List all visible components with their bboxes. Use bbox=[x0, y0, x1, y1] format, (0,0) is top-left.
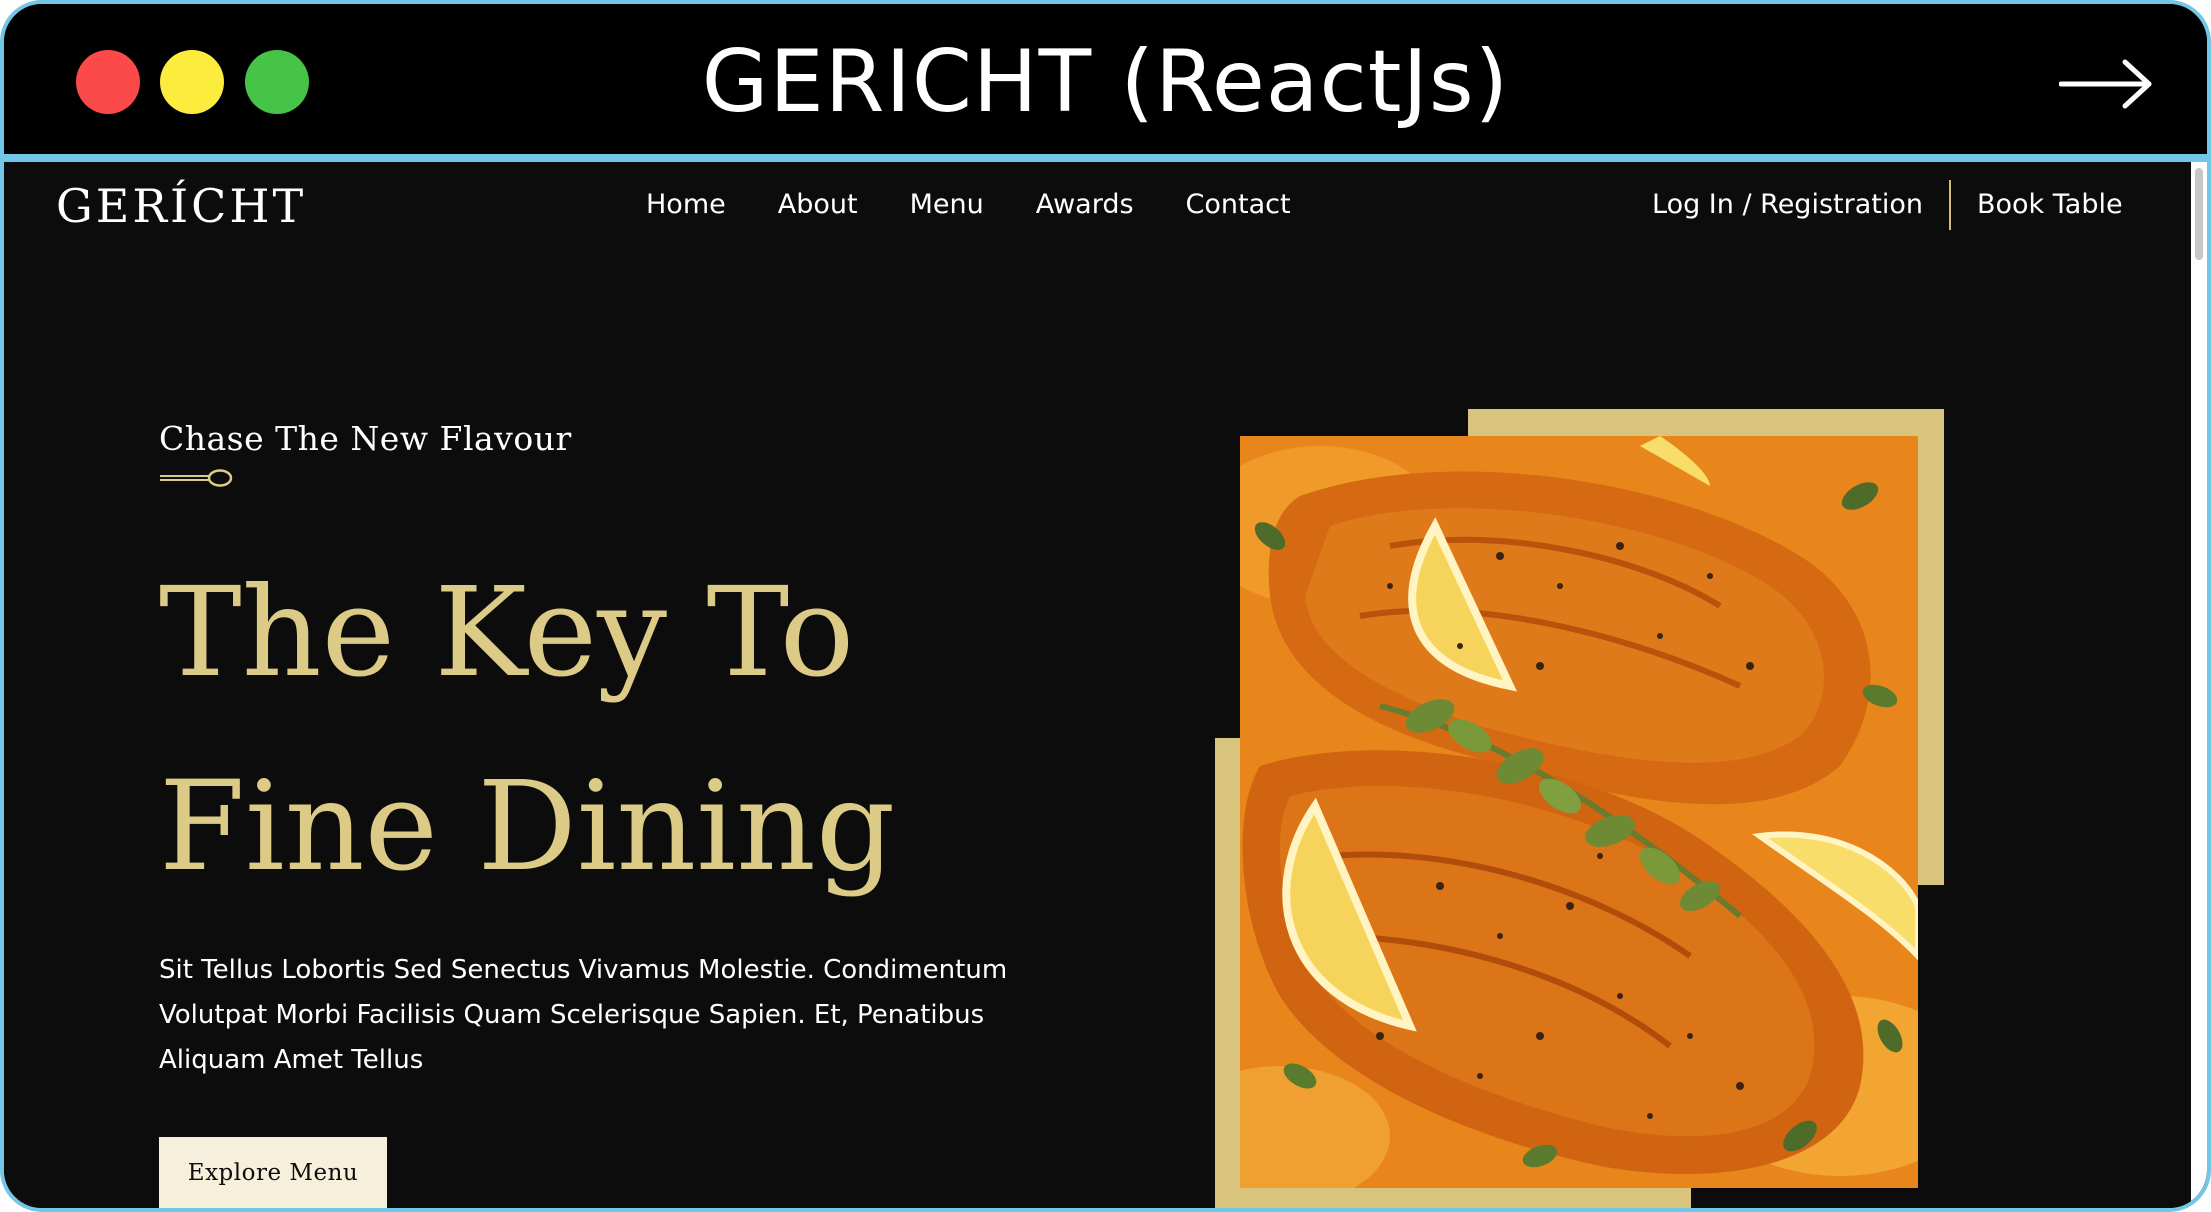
hero-headline-line-2: Fine Dining bbox=[159, 755, 896, 899]
window-title: GERICHT (ReactJs) bbox=[701, 32, 1510, 132]
book-table-link[interactable]: Book Table bbox=[1977, 180, 2123, 230]
hero-headline: The Key To Fine Dining bbox=[159, 536, 895, 924]
nav-link-about[interactable]: About bbox=[778, 180, 858, 230]
nav-link-awards[interactable]: Awards bbox=[1036, 180, 1134, 230]
browser-window-frame: GERICHT (ReactJs) GERÍCHT Home About Men… bbox=[0, 0, 2211, 1212]
hero-description: Sit Tellus Lobortis Sed Senectus Vivamus… bbox=[159, 955, 1008, 1075]
page-scrollbar[interactable] bbox=[2191, 162, 2207, 1208]
spoon-icon bbox=[160, 469, 233, 487]
explore-menu-button[interactable]: Explore Menu bbox=[159, 1137, 387, 1208]
window-titlebar: GERICHT (ReactJs) bbox=[4, 4, 2207, 162]
salmon-dish-illustration bbox=[1240, 436, 1918, 1188]
nav-divider bbox=[1948, 180, 1951, 230]
hero-subtitle: Chase The New Flavour bbox=[159, 419, 572, 458]
scrollbar-thumb[interactable] bbox=[2195, 168, 2203, 260]
hero-headline-line-1: The Key To bbox=[159, 561, 855, 705]
arrow-right-icon[interactable] bbox=[2059, 56, 2155, 112]
hero-food-image bbox=[1240, 436, 1918, 1188]
nav-link-menu[interactable]: Menu bbox=[910, 180, 984, 230]
nav-link-contact[interactable]: Contact bbox=[1186, 180, 1291, 230]
page-viewport: GERÍCHT Home About Menu Awards Contact L… bbox=[4, 162, 2207, 1208]
main-nav: Home About Menu Awards Contact bbox=[646, 180, 1291, 230]
nav-auth: Log In / Registration Book Table bbox=[1652, 180, 2123, 230]
nav-link-home[interactable]: Home bbox=[646, 180, 726, 230]
site-logo[interactable]: GERÍCHT bbox=[56, 176, 306, 236]
login-registration-link[interactable]: Log In / Registration bbox=[1652, 180, 1923, 230]
